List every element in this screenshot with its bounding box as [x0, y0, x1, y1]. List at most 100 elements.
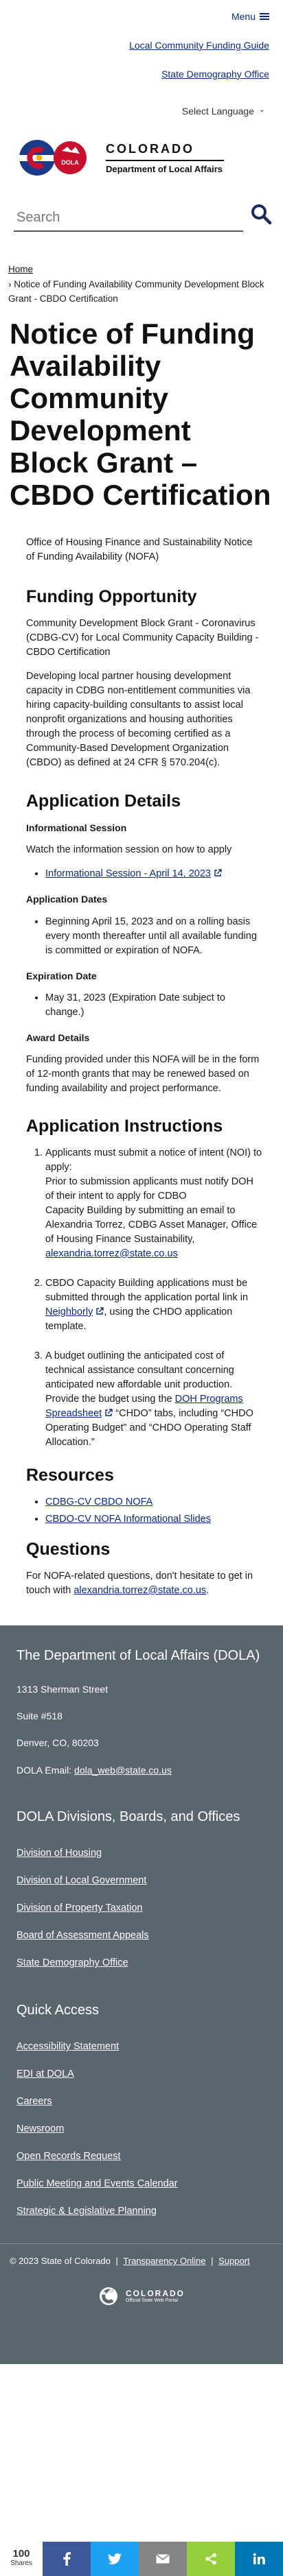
info-session-link[interactable]: Informational Session - April 14, 2023: [45, 868, 211, 879]
state-demography-office-link[interactable]: State Demography Office: [161, 67, 269, 81]
site-header: Menu Local Community Funding Guide State…: [0, 0, 283, 243]
footer-divisions-title: DOLA Divisions, Boards, and Offices: [16, 1809, 240, 1825]
site-footer: The Department of Local Affairs (DOLA) 1…: [0, 1625, 283, 2365]
search-bar: [0, 188, 283, 243]
external-link-icon: [96, 1307, 104, 1315]
contact-email-link[interactable]: alexandria.torrez@state.co.us: [45, 1248, 178, 1259]
application-details-heading: Application Details: [26, 791, 181, 811]
breadcrumb-home-link[interactable]: Home: [8, 264, 33, 274]
step-2-text-a: CBDO Capacity Building applications must…: [45, 1277, 249, 1303]
share-icon: [205, 2553, 216, 2565]
menu-button[interactable]: Menu: [231, 10, 269, 23]
resources-heading: Resources: [26, 1465, 114, 1485]
separator: |: [211, 2256, 214, 2267]
list-item: CBDO Capacity Building applications must…: [45, 1276, 262, 1334]
footer-link-open-records[interactable]: Open Records Request: [16, 2149, 267, 2164]
hamburger-icon: [260, 13, 269, 21]
external-link-icon: [105, 1409, 113, 1416]
expiration-date-list: May 31, 2023 (Expiration Date subject to…: [26, 991, 262, 1020]
footer-link-strategic-planning[interactable]: Strategic & Legislative Planning: [16, 2204, 267, 2219]
list-item: Informational Session - April 14, 2023: [45, 867, 262, 881]
menu-label: Menu: [231, 11, 256, 22]
funding-paragraph-2: Developing local partner housing develop…: [26, 671, 251, 769]
list-item: CDBG-CV CBDO NOFA: [45, 1495, 262, 1510]
copyright: © 2023 State of Colorado: [10, 2256, 111, 2267]
footer-link-local-government[interactable]: Division of Local Government: [16, 1874, 267, 1888]
step-1-text-c: Capacity Building by submitting an email…: [45, 1204, 258, 1245]
email-icon: [156, 2554, 170, 2564]
facebook-icon: [63, 2552, 71, 2566]
list-item: Beginning April 15, 2023 and on a rollin…: [45, 915, 262, 958]
colorado-dola-logo-icon: DOLA: [19, 140, 87, 176]
footer-contact: The Department of Local Affairs (DOLA) 1…: [0, 1647, 283, 2219]
logo-department-name: Department of Local Affairs: [106, 163, 223, 174]
footer-link-assessment-appeals[interactable]: Board of Assessment Appeals: [16, 1929, 267, 1943]
logo-badge: DOLA: [61, 159, 79, 166]
twitter-share-button[interactable]: [91, 2542, 139, 2576]
logo-divider: [106, 159, 224, 161]
footer-email-line: DOLA Email: dola_web@state.co.us: [16, 1763, 267, 1777]
award-details-text: Funding provided under this NOFA will be…: [26, 1054, 260, 1095]
expiration-date-heading: Expiration Date: [26, 970, 97, 981]
language-select[interactable]: Select Language: [182, 104, 254, 118]
funding-paragraph-1: Community Development Block Grant - Coro…: [26, 618, 259, 658]
questions-end: .: [206, 1584, 210, 1596]
funding-opportunity-heading: Funding Opportunity: [26, 587, 197, 606]
list-item: A budget outlining the anticipated cost …: [45, 1349, 262, 1450]
footer-bottom-bar: © 2023 State of Colorado | Transparency …: [0, 2243, 283, 2272]
email-share-button[interactable]: [139, 2542, 187, 2576]
footer-quick-access-title: Quick Access: [16, 2003, 100, 2018]
local-community-funding-guide-link[interactable]: Local Community Funding Guide: [129, 38, 269, 52]
support-link[interactable]: Support: [218, 2256, 250, 2266]
share-count-number: 100: [12, 2548, 30, 2560]
neighborly-link[interactable]: Neighborly: [45, 1307, 93, 1317]
application-instructions-heading: Application Instructions: [26, 1116, 223, 1136]
linkedin-icon: [253, 2553, 265, 2564]
footer-link-property-taxation[interactable]: Division of Property Taxation: [16, 1901, 267, 1916]
application-dates-list: Beginning April 15, 2023 and on a rollin…: [26, 915, 262, 958]
application-instructions-list: Applicants must submit a notice of inten…: [26, 1146, 262, 1450]
twitter-icon: [108, 2553, 122, 2564]
questions-heading: Questions: [26, 1539, 111, 1559]
list-item: May 31, 2023 (Expiration Date subject to…: [45, 991, 262, 1020]
award-details-heading: Award Details: [26, 1032, 90, 1044]
colorado-c-logo-icon: [100, 2287, 117, 2306]
footer-link-accessibility[interactable]: Accessibility Statement: [16, 2040, 267, 2054]
site-logo[interactable]: DOLA COLORADO Department of Local Affair…: [0, 128, 283, 188]
chevron-down-icon[interactable]: ⌄: [259, 105, 265, 116]
nofa-slides-link[interactable]: CBDO-CV NOFA Informational Slides: [45, 1514, 211, 1525]
footer-link-state-demography[interactable]: State Demography Office: [16, 1956, 267, 1970]
list-item: Applicants must submit a notice of inten…: [45, 1146, 262, 1261]
footer-link-edi[interactable]: EDI at DOLA: [16, 2067, 267, 2082]
footer-link-events-calendar[interactable]: Public Meeting and Events Calendar: [16, 2177, 267, 2191]
page-intro: Office of Housing Finance and Sustainabi…: [26, 536, 253, 562]
list-item: CBDO-CV NOFA Informational Slides: [45, 1512, 262, 1527]
facebook-share-button[interactable]: [43, 2542, 91, 2576]
info-session-heading: Informational Session: [26, 822, 127, 834]
footer-email-label: DOLA Email:: [16, 1764, 72, 1776]
footer-address-line-2: Suite #518: [16, 1710, 63, 1722]
step-1-text-b: Prior to submission applicants must noti…: [45, 1176, 253, 1202]
search-icon[interactable]: [250, 203, 272, 225]
portal-logo-subtext: Official State Web Portal: [126, 2298, 178, 2303]
external-link-icon: [214, 869, 222, 877]
sharethis-share-button[interactable]: [187, 2542, 235, 2576]
linkedin-share-button[interactable]: [235, 2542, 283, 2576]
footer-link-careers[interactable]: Careers: [16, 2095, 267, 2109]
footer-email-link[interactable]: dola_web@state.co.us: [74, 1765, 172, 1776]
cbdo-nofa-link[interactable]: CDBG-CV CBDO NOFA: [45, 1496, 152, 1507]
resources-list: CDBG-CV CBDO NOFA CBDO-CV NOFA Informati…: [26, 1495, 262, 1527]
colorado-portal-logo[interactable]: COLORADO Official State Web Portal: [0, 2286, 283, 2354]
questions-email-link[interactable]: alexandria.torrez@state.co.us: [73, 1585, 206, 1596]
footer-link-housing[interactable]: Division of Housing: [16, 1846, 267, 1861]
logo-state-name: COLORADO: [106, 141, 194, 156]
social-share-bar: 100 Shares: [0, 2542, 283, 2576]
page-title: Notice of Funding Availability Community…: [10, 317, 271, 511]
share-count-label: Shares: [10, 2560, 32, 2568]
breadcrumb-current: › Notice of Funding Availability Communi…: [8, 278, 264, 305]
transparency-online-link[interactable]: Transparency Online: [123, 2256, 205, 2266]
search-input[interactable]: [14, 204, 243, 232]
breadcrumb: Home › Notice of Funding Availability Co…: [0, 262, 283, 307]
footer-address-line-1: 1313 Sherman Street: [16, 1683, 109, 1695]
footer-link-newsroom[interactable]: Newsroom: [16, 2122, 267, 2136]
